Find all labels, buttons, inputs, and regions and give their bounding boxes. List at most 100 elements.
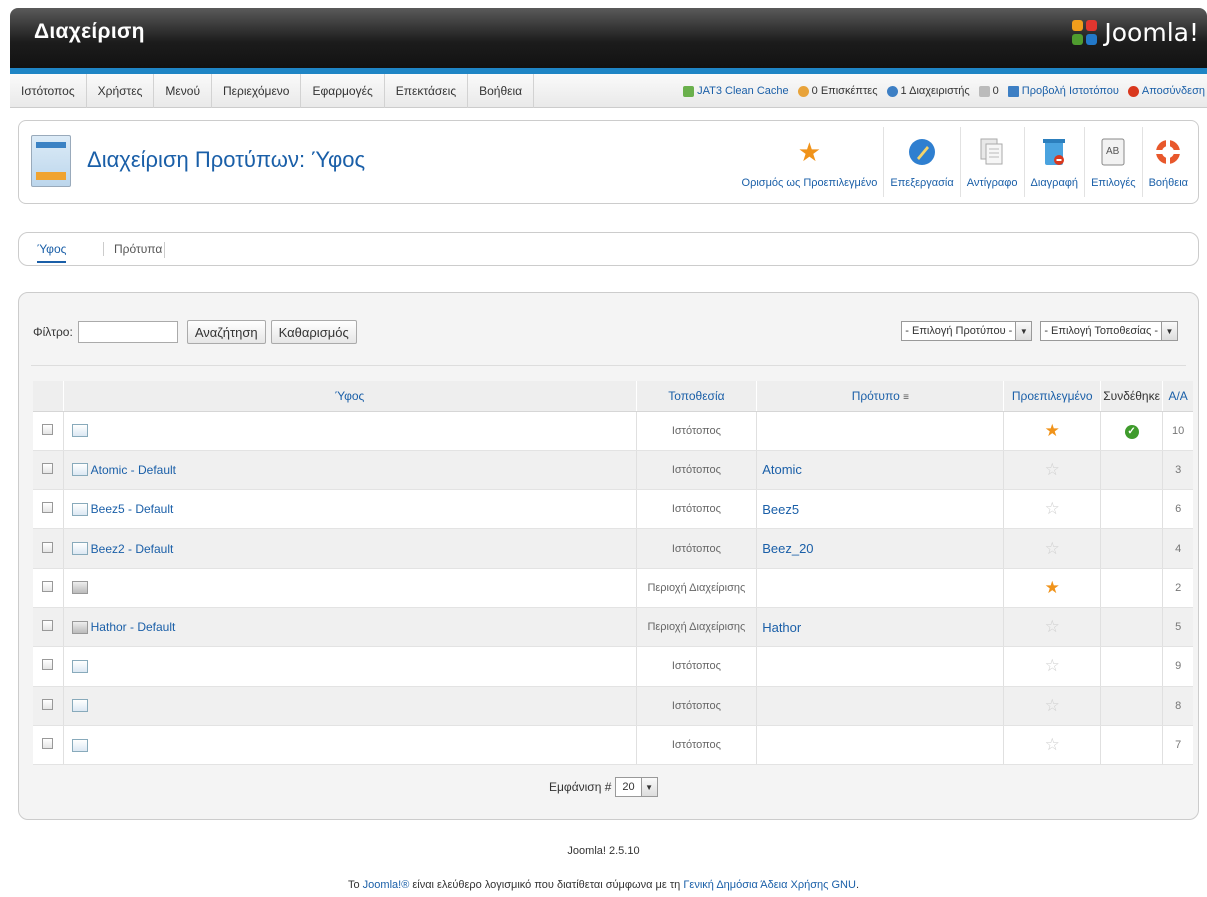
joomla-link[interactable]: Joomla!® [363,879,410,891]
column-header-location[interactable]: Τοποθεσία [635,381,757,412]
template-name-link[interactable] [756,686,1004,726]
set-default-star-icon[interactable]: ☆ [1045,460,1060,479]
display-count-select[interactable]: 20 ▼ [615,777,658,797]
search-button[interactable]: Αναζήτηση [186,320,266,344]
template-select[interactable]: - Επιλογή Προτύπου - ▼ [901,321,1033,341]
set-default-star-icon[interactable]: ☆ [1045,617,1060,636]
column-header-template[interactable]: Πρότυπο ≡ [756,381,1004,412]
row-checkbox-cell [33,607,64,648]
gnu-license-link[interactable]: Γενική Δημόσια Άδεια Χρήσης GNU [683,879,856,891]
template-name-link[interactable] [756,725,1004,766]
row-checkbox-cell [33,528,64,569]
row-checkbox[interactable] [42,698,54,710]
star-icon: ★ [797,137,822,167]
trash-icon [1039,137,1069,167]
clear-button[interactable]: Καθαρισμός [270,320,357,344]
template-name-link[interactable]: Atomic [756,450,1004,491]
filter-input[interactable] [77,321,178,343]
style-cell [62,646,637,687]
menu-item-components[interactable]: Εφαρμογές [301,74,385,108]
style-name-link[interactable]: Beez2 - Default [91,542,174,556]
row-checkbox[interactable] [42,620,54,632]
template-thumbnail-icon[interactable] [71,699,88,713]
style-cell-content [71,699,636,713]
location-cell: Ιστότοπος [635,489,757,530]
default-star-icon[interactable]: ★ [1045,421,1060,440]
help-icon [1153,137,1183,167]
location-cell: Ιστότοπος [635,528,757,569]
template-name-link[interactable]: Hathor [756,607,1004,648]
assigned-cell [1099,489,1163,530]
admin-header: Διαχείριση Joomla! [10,8,1207,70]
menu-item-extensions[interactable]: Επεκτάσεις [385,74,469,108]
edit-icon [907,137,937,167]
style-name-link[interactable]: Atomic - Default [91,463,176,477]
table-row: Ιστότοπος ☆ 8 [33,686,1193,726]
options-button[interactable]: AB Επιλογές [1084,127,1142,197]
display-count-value: 20 [622,781,635,793]
menu-item-users[interactable]: Χρήστες [87,74,155,108]
set-default-star-icon[interactable]: ☆ [1045,735,1060,754]
template-thumbnail-icon[interactable] [71,463,88,477]
template-thumbnail-icon[interactable] [71,542,88,556]
row-checkbox[interactable] [42,738,54,750]
logout-link[interactable]: Αποσύνδεση [1127,85,1205,97]
style-cell [62,686,637,726]
default-star-icon[interactable]: ★ [1045,578,1060,597]
location-select-value: - Επιλογή Τοποθεσίας - [1044,325,1158,337]
template-thumbnail-icon[interactable] [71,581,88,595]
menu-item-content[interactable]: Περιεχόμενο [212,74,302,108]
template-name-link[interactable]: Beez_20 [756,528,1004,569]
template-thumbnail-icon[interactable] [71,424,88,438]
column-header-default[interactable]: Προεπιλεγμένο [1003,381,1101,412]
row-checkbox-cell [33,725,64,766]
default-cell: ☆ [1003,725,1101,766]
set-default-button[interactable]: ★ Ορισμός ως Προεπιλεγμένο [736,127,884,197]
license-footer: Το Joomla!® είναι ελεύθερο λογισμικό που… [0,879,1207,891]
column-header-assigned: Συνδέθηκε [1099,381,1163,412]
row-checkbox[interactable] [42,502,54,514]
template-name-link[interactable] [756,646,1004,687]
table-row: Beez5 - Default Ιστότοπος Beez5 ☆ 6 [33,489,1193,530]
row-checkbox-cell [33,646,64,687]
menu-item-site[interactable]: Ιστότοπος [10,74,87,108]
row-checkbox-cell [33,489,64,530]
preview-site-link[interactable]: Προβολή Ιστοτόπου [1007,85,1119,97]
location-select[interactable]: - Επιλογή Τοποθεσίας - ▼ [1040,321,1178,341]
help-button[interactable]: Βοήθεια [1141,127,1194,197]
template-name-link[interactable] [756,411,1004,451]
column-header-id[interactable]: Α/Α [1162,381,1193,412]
license-text-pre: Το [347,879,363,891]
template-name-link[interactable] [756,568,1004,608]
row-checkbox[interactable] [42,423,54,435]
copy-button[interactable]: Αντίγραφο [959,127,1024,197]
messages-status[interactable]: 0 [978,85,999,97]
delete-button[interactable]: Διαγραφή [1023,127,1085,197]
logout-label: Αποσύνδεση [1141,85,1205,97]
menu-item-help[interactable]: Βοήθεια [468,74,535,108]
row-checkbox[interactable] [42,580,54,592]
row-checkbox[interactable] [42,462,54,474]
table-header-row: Ύφος Τοποθεσία Πρότυπο ≡ Προεπιλεγμένο Σ… [33,381,1193,412]
tab-styles[interactable]: Ύφος [37,242,67,263]
template-thumbnail-icon[interactable] [71,659,88,673]
clean-cache-link[interactable]: JAT3 Clean Cache [683,85,789,97]
set-default-star-icon[interactable]: ☆ [1045,656,1060,675]
style-name-link[interactable]: Beez5 - Default [91,502,174,516]
tab-templates[interactable]: Πρότυπα [103,242,162,256]
template-thumbnail-icon[interactable] [71,620,88,634]
style-name-link[interactable]: Hathor - Default [91,620,176,634]
set-default-star-icon[interactable]: ☆ [1045,499,1060,518]
style-cell: Hathor - Default [62,607,637,648]
column-header-style[interactable]: Ύφος [62,381,637,412]
location-cell: Ιστότοπος [635,725,757,766]
row-checkbox[interactable] [42,541,54,553]
edit-button[interactable]: Επεξεργασία [883,127,959,197]
template-thumbnail-icon[interactable] [71,738,88,752]
set-default-star-icon[interactable]: ☆ [1045,539,1060,558]
template-thumbnail-icon[interactable] [71,502,88,516]
template-name-link[interactable]: Beez5 [756,489,1004,530]
row-checkbox[interactable] [42,659,54,671]
set-default-star-icon[interactable]: ☆ [1045,696,1060,715]
menu-item-menus[interactable]: Μενού [154,74,213,108]
